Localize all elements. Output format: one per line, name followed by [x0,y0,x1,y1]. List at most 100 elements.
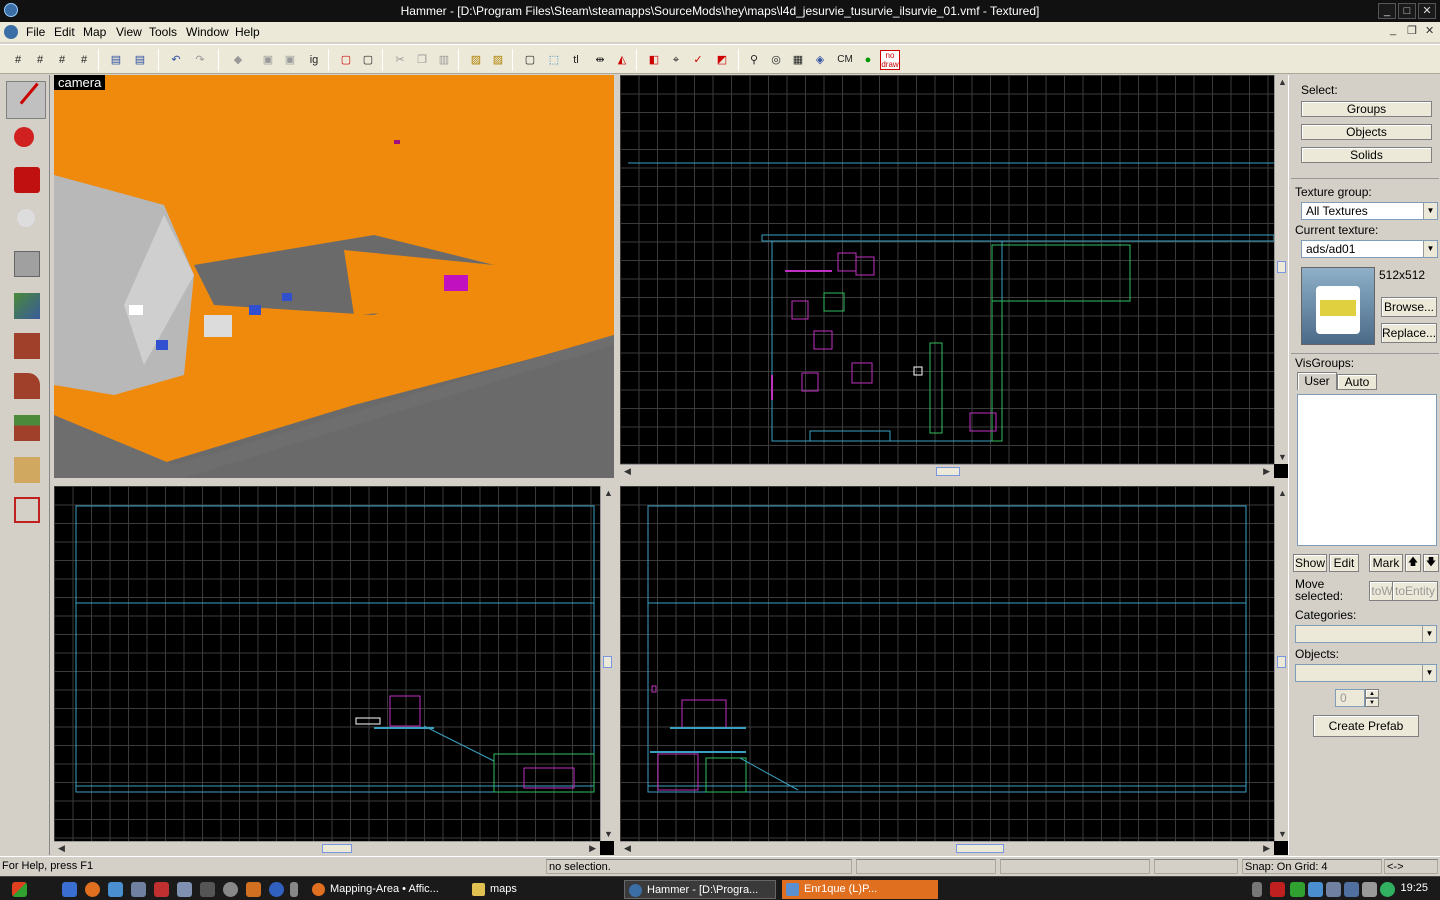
ignore-groups-button[interactable]: ig [304,50,324,70]
visgroup-mark-button[interactable]: Mark [1369,554,1403,572]
mdi-close-button[interactable]: ✕ [1425,24,1434,37]
copy-icon[interactable]: ❐ [412,50,432,70]
side-view-horizontal-scrollbar[interactable]: ◀ ▶ [620,841,1274,855]
visgroups-list[interactable] [1297,394,1437,546]
toggle-texture-lighting-button[interactable]: tl [566,50,586,70]
scroll-down-arrow-icon[interactable]: ▼ [1278,452,1287,462]
front-view-vertical-scrollbar[interactable]: ▲ ▼ [600,486,614,841]
top-2d-viewport[interactable]: ▲ ▼ ◀ ▶ [620,75,1288,478]
clipping-tool[interactable] [6,451,46,489]
scroll-up-arrow-icon[interactable]: ▲ [604,488,613,498]
paste-icon[interactable]: ▥ [434,50,454,70]
front-view-horizontal-scrollbar[interactable]: ◀ ▶ [54,841,600,855]
menu-map[interactable]: Map [83,25,106,39]
scroll-up-arrow-icon[interactable]: ▲ [1278,488,1287,498]
tray-messenger-icon[interactable] [1290,882,1305,897]
hollow-icon[interactable]: ▣ [258,50,278,70]
task-mapping-area[interactable]: Mapping-Area • Affic... [308,880,466,899]
grid-larger-icon[interactable]: # [74,50,94,70]
camera-tool[interactable] [6,161,46,199]
tray-network-icon[interactable] [1308,882,1323,897]
sound-browser-icon[interactable]: ◎ [766,50,786,70]
scroll-thumb[interactable] [322,844,352,853]
redo-icon[interactable]: ↷ [190,50,210,70]
menu-file[interactable]: File [26,25,45,39]
texture-scaling-lock-icon[interactable]: ▨ [488,50,508,70]
flip-vertical-icon[interactable]: ◭ [612,50,632,70]
maximize-button[interactable]: □ [1398,3,1416,19]
toggle-texture-lock-icon[interactable]: ▨ [466,50,486,70]
tie-entity-icon[interactable]: ▣ [280,50,300,70]
media-player-icon[interactable] [269,882,284,897]
scroll-left-arrow-icon[interactable]: ◀ [624,843,631,854]
cut-icon[interactable]: ✂ [390,50,410,70]
show-items-icon[interactable]: ▢ [358,50,378,70]
replace-button[interactable]: Replace... [1381,323,1437,343]
show-desktop-icon[interactable] [62,882,77,897]
scroll-thumb[interactable] [1277,656,1286,668]
mdi-minimize-button[interactable]: _ [1390,24,1396,36]
menu-window[interactable]: Window [186,25,229,39]
texture-application-tool[interactable] [6,287,46,325]
block-tool[interactable] [6,245,46,283]
select-solids-button[interactable]: Solids [1301,147,1432,163]
group-icon[interactable]: ▤ [106,50,126,70]
overlay-tool[interactable] [6,409,46,447]
scroll-left-arrow-icon[interactable]: ◀ [624,466,631,477]
menu-tools[interactable]: Tools [149,25,177,39]
nodraw-button[interactable]: no draw [880,50,900,70]
firefox-icon[interactable] [85,882,100,897]
winged-app-icon[interactable] [154,882,169,897]
model-browser-icon[interactable]: ◈ [810,50,830,70]
tray-expand-icon[interactable] [1252,882,1262,897]
entity-tool[interactable] [6,203,46,241]
to-entity-button[interactable]: toEntity [1392,581,1438,601]
scroll-right-arrow-icon[interactable]: ▶ [1263,843,1270,854]
tray-volume-icon[interactable] [1362,882,1377,897]
network-icon[interactable] [108,882,123,897]
scroll-thumb[interactable] [936,467,960,476]
tray-app-icon[interactable] [1326,882,1341,897]
scroll-right-arrow-icon[interactable]: ▶ [1263,466,1270,477]
mdi-restore-button[interactable]: ❐ [1407,24,1417,37]
scroll-thumb[interactable] [603,656,612,668]
scroll-down-arrow-icon[interactable]: ▼ [1278,829,1287,839]
spin-down-icon[interactable]: ▼ [1365,698,1379,707]
objects-count-spinner[interactable]: 0 [1335,689,1365,707]
tools-icon[interactable] [246,882,261,897]
ungroup-icon[interactable]: ▤ [130,50,150,70]
menu-edit[interactable]: Edit [54,25,75,39]
scroll-left-arrow-icon[interactable]: ◀ [58,843,65,854]
top-view-vertical-scrollbar[interactable]: ▲ ▼ [1274,75,1288,464]
hide-items-icon[interactable]: ▢ [336,50,356,70]
browse-button[interactable]: Browse... [1381,297,1437,317]
scroll-right-arrow-icon[interactable]: ▶ [589,843,596,854]
texture-browser-icon[interactable]: ▦ [788,50,808,70]
quicklaunch-expand-icon[interactable] [290,882,298,897]
select-by-handles-icon[interactable]: ⬚ [544,50,564,70]
grid-icon[interactable]: # [8,50,28,70]
side-view-vertical-scrollbar[interactable]: ▲ ▼ [1274,486,1288,841]
toggle-helpers-icon[interactable]: ▢ [520,50,540,70]
objects-select[interactable]: ▼ [1295,664,1437,682]
select-groups-button[interactable]: Groups [1301,101,1432,117]
side-2d-viewport[interactable]: ▲ ▼ ◀ ▶ [620,486,1288,855]
create-prefab-button[interactable]: Create Prefab [1313,715,1419,737]
scroll-down-arrow-icon[interactable]: ▼ [604,829,613,839]
categories-select[interactable]: ▼ [1295,625,1437,643]
decal-tool[interactable] [6,367,46,405]
vertex-snap-icon[interactable]: ⚲ [744,50,764,70]
vertex-tool[interactable] [6,491,46,529]
app-icon[interactable] [131,882,146,897]
carve-map-icon[interactable]: ◧ [644,50,664,70]
tab-user[interactable]: User [1297,372,1337,390]
compile-icon[interactable]: ● [858,50,878,70]
undo-icon[interactable]: ↶ [166,50,186,70]
move-up-arrow-icon[interactable]: 🡅 [1405,554,1421,572]
camera-viewport[interactable]: camera [54,75,614,478]
selection-tool[interactable] [6,81,57,120]
tray-status-icon[interactable] [1380,882,1395,897]
minimize-button[interactable]: _ [1378,3,1396,19]
move-down-arrow-icon[interactable]: 🡇 [1423,554,1439,572]
run-map-icon[interactable]: ⌖ [666,50,686,70]
